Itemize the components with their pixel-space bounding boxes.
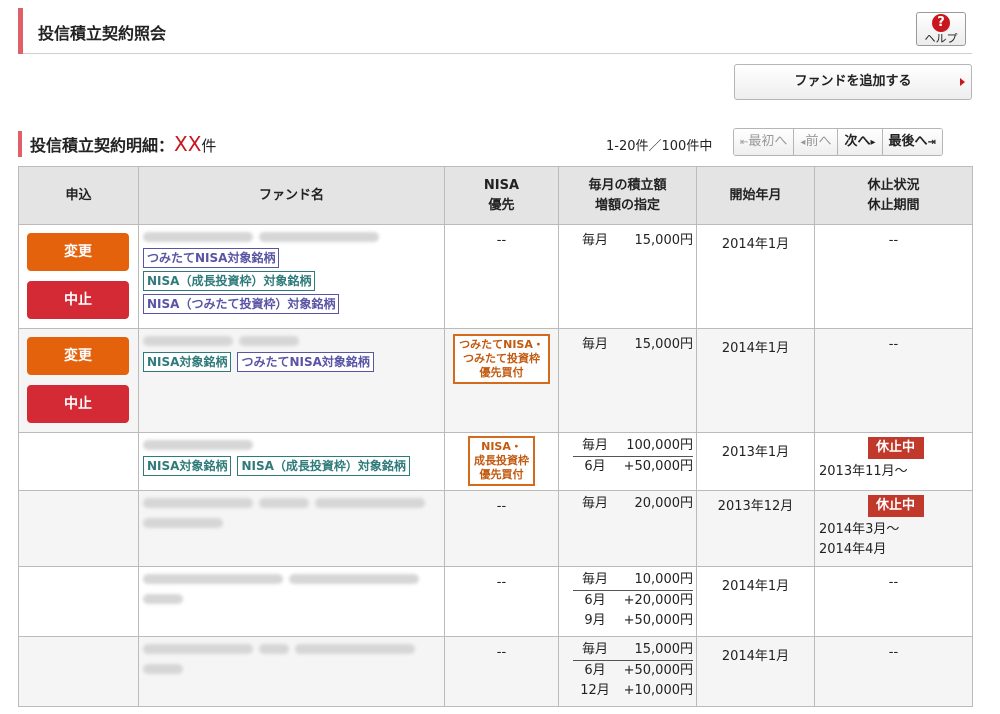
suspension-status: -- xyxy=(814,328,973,433)
suspension-status: 休止中 2014年3月～ 2014年4月 xyxy=(814,490,973,567)
suspended-badge: 休止中 xyxy=(867,437,924,459)
page-title: 投信積立契約照会 xyxy=(38,24,167,43)
suspension-period: 2013年11月～ xyxy=(819,464,908,479)
stop-button[interactable]: 中止 xyxy=(27,281,129,319)
page-header: 投信積立契約照会 ? ヘルプ xyxy=(18,8,972,54)
last-page-icon: ⇥ xyxy=(927,137,936,148)
suspension-status: 休止中 2013年11月～ xyxy=(814,432,973,491)
fund-name-redacted[interactable] xyxy=(143,333,444,349)
nisa-tag: NISA対象銘柄 xyxy=(143,456,232,476)
nisa-tag: NISA対象銘柄 xyxy=(143,352,232,372)
arrow-right-icon xyxy=(960,78,965,86)
col-monthly-amount: 毎月の積立額 増額の指定 xyxy=(558,166,697,225)
change-button[interactable]: 変更 xyxy=(27,337,129,375)
pagination: ⇤最初へ ◂前へ 次へ▸ 最後へ⇥ xyxy=(733,128,943,156)
col-start: 開始年月 xyxy=(696,166,815,225)
start-month: 2013年1月 xyxy=(696,432,815,491)
monthly-amount: 毎月 100,000円 6月 +50,000円 xyxy=(573,436,693,477)
nisa-tsumitate-waku-tag: NISA（つみたて投資枠）対象銘柄 xyxy=(143,294,340,314)
next-page-icon: ▸ xyxy=(870,137,876,148)
col-nisa: NISA 優先 xyxy=(444,166,559,225)
count-unit: 件 xyxy=(201,137,217,155)
fund-name-redacted[interactable] xyxy=(143,437,444,453)
nisa-priority-badge: NISA・ 成長投資枠 優先買付 xyxy=(468,436,535,486)
nisa-priority-badge: つみたてNISA・ つみたて投資枠 優先買付 xyxy=(453,334,550,384)
nisa-growth-tag: NISA（成長投資枠）対象銘柄 xyxy=(143,271,316,291)
monthly-amount: 毎月 15,000円 xyxy=(581,233,693,248)
fund-name-redacted[interactable] xyxy=(143,571,444,587)
change-button[interactable]: 変更 xyxy=(27,233,129,271)
help-icon: ? xyxy=(932,14,950,32)
nisa-priority: -- xyxy=(444,224,559,329)
col-suspension: 休止状況 休止期間 xyxy=(814,166,973,225)
monthly-amount: 毎月 15,000円 xyxy=(581,337,693,352)
suspension-period-start: 2014年3月～ xyxy=(819,522,900,537)
help-label: ヘルプ xyxy=(924,32,958,45)
stop-button[interactable]: 中止 xyxy=(27,385,129,423)
table-row: 変更 中止 NISA対象銘柄 つみたてNISA対象銘柄 つみたてNISA・ つみた… xyxy=(18,328,973,433)
pager-first[interactable]: ⇤最初へ xyxy=(734,129,795,155)
contracts-table: 申込 ファンド名 NISA 優先 毎月の積立額 増額の指定 開始年月 休止状況 休止期… xyxy=(18,166,973,707)
suspension-status: -- xyxy=(814,224,973,329)
header-accent-bar xyxy=(18,8,23,54)
nisa-priority: -- xyxy=(444,490,559,567)
pager-next[interactable]: 次へ▸ xyxy=(838,129,883,155)
pager-prev[interactable]: ◂前へ xyxy=(794,129,839,155)
col-fund-name: ファンド名 xyxy=(138,166,445,225)
start-month: 2014年1月 xyxy=(696,636,815,707)
contract-count: XX xyxy=(174,132,202,156)
table-row: -- 毎月 10,000円 6月 +20,000円 9月 +50,000円 2014年… xyxy=(18,566,973,637)
fund-name-redacted[interactable] xyxy=(143,495,444,511)
table-row: -- 毎月 20,000円 2013年12月 休止中 2014年3月～ 2014年… xyxy=(18,490,973,567)
add-fund-label: ファンドを追加する xyxy=(794,74,912,89)
section-title: 投信積立契約明細： xyxy=(30,136,175,155)
start-month: 2013年12月 xyxy=(696,490,815,567)
monthly-amount: 毎月 10,000円 6月 +20,000円 9月 +50,000円 xyxy=(573,570,693,631)
start-month: 2014年1月 xyxy=(696,224,815,329)
add-fund-button[interactable]: ファンドを追加する xyxy=(734,64,972,100)
nisa-priority: -- xyxy=(444,636,559,707)
monthly-amount: 毎月 20,000円 xyxy=(581,496,693,511)
table-row: NISA対象銘柄 NISA（成長投資枠）対象銘柄 NISA・ 成長投資枠 優先買付 … xyxy=(18,432,973,491)
fund-name-redacted[interactable] xyxy=(143,641,444,657)
nisa-priority: -- xyxy=(444,566,559,637)
suspension-status: -- xyxy=(814,636,973,707)
tsumitate-nisa-tag: つみたてNISA対象銘柄 xyxy=(143,248,280,268)
suspended-badge: 休止中 xyxy=(867,495,924,517)
monthly-amount: 毎月 15,000円 6月 +50,000円 12月 +10,000円 xyxy=(573,640,693,701)
fund-name-redacted[interactable] xyxy=(143,229,444,245)
nisa-growth-tag: NISA（成長投資枠）対象銘柄 xyxy=(237,456,410,476)
result-range: 1-20件／100件中 xyxy=(606,139,713,154)
help-button[interactable]: ? ヘルプ xyxy=(916,12,966,46)
table-row: -- 毎月 15,000円 6月 +50,000円 12月 +10,000円 2014… xyxy=(18,636,973,707)
section-accent-bar xyxy=(18,131,22,157)
pager-last[interactable]: 最後へ⇥ xyxy=(882,129,942,155)
col-apply: 申込 xyxy=(18,166,139,225)
table-row: 変更 中止 つみたてNISA対象銘柄 NISA（成長投資枠）対象銘柄 NISA（… xyxy=(18,224,973,329)
suspension-period-end: 2014年4月 xyxy=(819,542,887,557)
suspension-status: -- xyxy=(814,566,973,637)
start-month: 2014年1月 xyxy=(696,566,815,637)
tsumitate-nisa-tag: つみたてNISA対象銘柄 xyxy=(237,352,374,372)
start-month: 2014年1月 xyxy=(696,328,815,433)
